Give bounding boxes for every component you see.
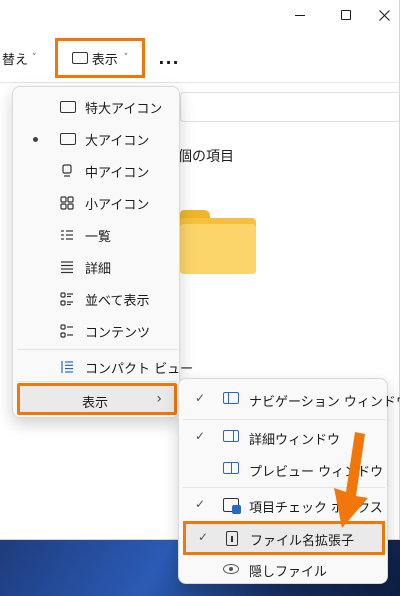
monitor-icon — [59, 132, 76, 146]
more-options-button[interactable]: ... — [155, 44, 183, 72]
menu-item-show[interactable]: 表示 › — [17, 383, 177, 415]
monitor-icon — [59, 100, 76, 114]
content-heading: 個の項目 — [178, 149, 234, 165]
menu-item-label: コンテンツ — [85, 326, 151, 341]
command-bar: 替え ˅ 表示 ˅ ... — [0, 36, 400, 80]
grid-icon — [59, 196, 75, 210]
menu-divider — [183, 419, 385, 420]
checkmark-icon: ✓ — [195, 497, 206, 511]
eye-icon — [223, 562, 239, 578]
sort-button[interactable]: 替え ˅ — [0, 44, 37, 72]
submenu-item-label: ファイル名拡張子 — [250, 534, 355, 549]
checkmark-icon: ✓ — [195, 429, 206, 443]
view-button[interactable]: 表示 ˅ — [55, 38, 145, 78]
menu-item-label: コンパクト ビュー — [85, 362, 194, 377]
selected-bullet-icon — [33, 137, 38, 142]
monitor-small-icon — [59, 164, 75, 178]
menu-item-label: 中アイコン — [85, 166, 150, 181]
menu-item-tiles[interactable]: 並べて表示 — [17, 283, 177, 315]
title-bar — [0, 0, 400, 30]
address-bar[interactable] — [180, 92, 400, 122]
menu-item-label: 並べて表示 — [85, 294, 150, 309]
file-extension-icon — [226, 531, 242, 547]
menu-divider — [17, 381, 177, 382]
menu-item-content[interactable]: コンテンツ — [17, 315, 177, 347]
tiles-icon — [59, 292, 75, 306]
chevron-right-icon: › — [156, 391, 162, 407]
sort-label: 替え — [2, 52, 29, 68]
close-icon — [379, 9, 390, 21]
menu-item-compact-view[interactable]: コンパクト ビュー — [17, 351, 193, 383]
details-pane-icon — [223, 430, 239, 446]
menu-item-large-icons[interactable]: 大アイコン — [17, 123, 177, 155]
monitor-icon — [71, 51, 88, 65]
folder-icon[interactable] — [180, 206, 256, 276]
menu-item-details[interactable]: 詳細 — [17, 251, 177, 283]
menu-item-label: 詳細 — [85, 262, 112, 277]
minimize-icon — [295, 14, 305, 16]
compact-icon — [59, 360, 75, 374]
details-icon — [59, 260, 75, 274]
submenu-item-hidden-files[interactable]: 隠しファイル — [183, 553, 385, 587]
maximize-button[interactable] — [323, 0, 369, 30]
submenu-item-label: ナビゲーション ウィンドウ — [249, 395, 400, 410]
menu-item-label: 一覧 — [85, 230, 112, 245]
menu-item-list[interactable]: 一覧 — [17, 219, 177, 251]
view-label: 表示 — [91, 52, 118, 68]
menu-item-medium-icons[interactable]: 中アイコン — [17, 155, 177, 187]
menu-item-extra-large-icons[interactable]: 特大アイコン — [17, 91, 177, 123]
toolbar-divider — [0, 82, 400, 83]
view-menu: 特大アイコン 大アイコン 中アイコン 小アイコン 一覧 詳細 並べて表示 コンテ… — [12, 86, 193, 418]
close-button[interactable] — [369, 0, 400, 30]
annotation-arrow-icon — [334, 432, 368, 528]
preview-pane-icon — [223, 462, 239, 478]
maximize-icon — [341, 10, 351, 20]
list-icon — [59, 228, 75, 242]
checkmark-icon: ✓ — [198, 530, 209, 544]
chevron-down-icon: ˅ — [32, 53, 37, 63]
menu-item-label: 大アイコン — [85, 134, 150, 149]
menu-item-label: 特大アイコン — [85, 102, 163, 117]
checkmark-icon: ✓ — [195, 391, 206, 405]
chevron-down-icon: ˅ — [123, 53, 129, 63]
menu-divider — [17, 349, 177, 350]
minimize-button[interactable] — [277, 0, 323, 30]
submenu-item-navigation-pane[interactable]: ✓ ナビゲーション ウィンドウ — [183, 383, 400, 417]
submenu-item-label: 隠しファイル — [249, 565, 328, 580]
menu-item-label: 小アイコン — [85, 198, 150, 213]
menu-item-small-icons[interactable]: 小アイコン — [17, 187, 177, 219]
content-icon — [59, 324, 75, 338]
item-checkbox-icon — [223, 498, 241, 514]
navigation-pane-icon — [223, 392, 239, 408]
menu-item-label: 表示 — [82, 396, 109, 411]
